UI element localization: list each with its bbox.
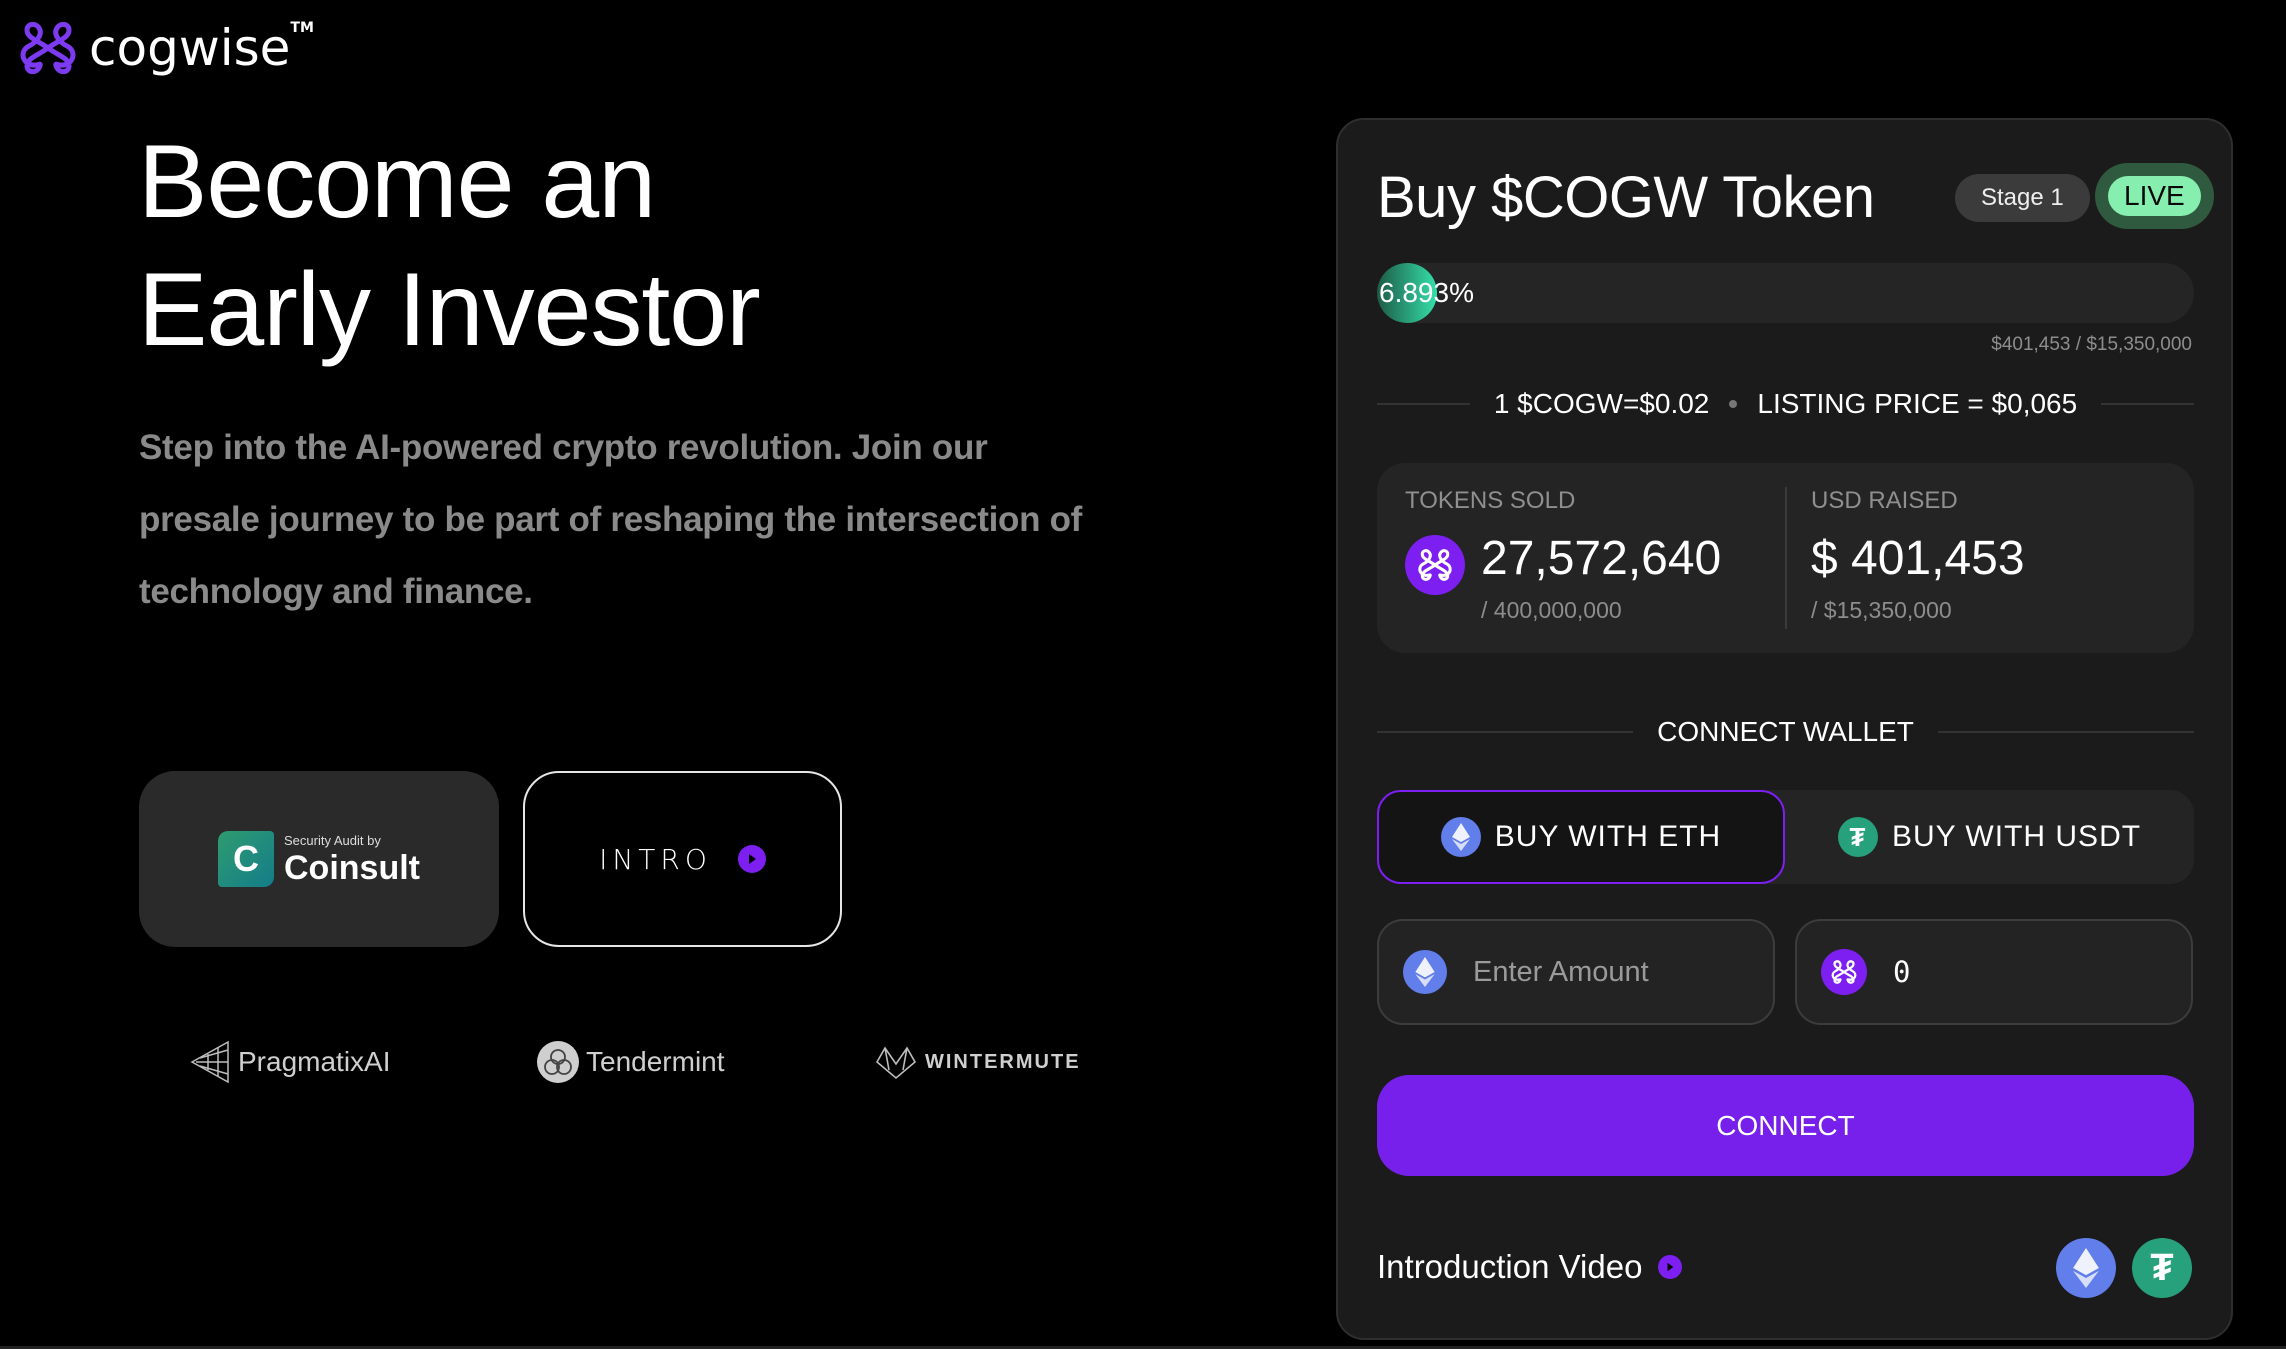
intro-video-label: Introduction Video bbox=[1377, 1248, 1643, 1285]
tab-buy-with-usdt[interactable]: ₮ BUY WITH USDT bbox=[1785, 790, 2194, 884]
partner-name: Tendermint bbox=[586, 1046, 725, 1077]
wintermute-logo-icon bbox=[875, 1046, 917, 1080]
audit-caption: Security Audit by bbox=[284, 832, 381, 848]
cogw-token-icon bbox=[1821, 949, 1867, 995]
presale-panel: Buy $COGW Token Stage 1 LIVE 6.893% $401… bbox=[1336, 118, 2233, 1340]
hero-title: Become an Early Investor bbox=[138, 118, 761, 374]
cogw-receive-field[interactable] bbox=[1795, 919, 2193, 1025]
current-price: 1 $COGW=$0.02 bbox=[1493, 388, 1710, 419]
connect-button[interactable]: CONNECT bbox=[1377, 1075, 2194, 1176]
partner-pragmatixai: PragmatixAI bbox=[190, 1040, 391, 1084]
usd-raised-value: $ 401,453 bbox=[1811, 532, 2025, 585]
ethereum-icon bbox=[2056, 1238, 2116, 1298]
stat-tokens-sold: TOKENS SOLD 27,572,640 / 400,000,000 bbox=[1377, 463, 1785, 653]
intro-button-label: INTRO bbox=[599, 842, 712, 876]
partner-name: PragmatixAI bbox=[238, 1046, 391, 1077]
brand-logo[interactable]: cogwiseTM bbox=[17, 20, 314, 76]
stat-usd-raised: USD RAISED $ 401,453 / $15,350,000 bbox=[1787, 463, 2194, 653]
trademark: TM bbox=[290, 20, 314, 36]
brand-name-text: cogwise bbox=[89, 19, 291, 77]
tokens-total: / 400,000,000 bbox=[1481, 597, 1622, 623]
audit-name: Coinsult bbox=[284, 848, 420, 887]
usd-target: / $15,350,000 bbox=[1811, 597, 1952, 623]
partner-name: WINTERMUTE bbox=[925, 1050, 1081, 1073]
price-info: 1 $COGW=$0.02 LISTING PRICE = $0,065 bbox=[1377, 388, 2194, 420]
eth-amount-field[interactable] bbox=[1377, 919, 1775, 1025]
receive-amount-input[interactable] bbox=[1891, 954, 2175, 990]
introduction-video-link[interactable]: Introduction Video bbox=[1377, 1248, 1683, 1286]
panel-title: Buy $COGW Token bbox=[1377, 165, 1875, 230]
divider bbox=[1937, 731, 2195, 733]
raised-summary: $401,453 / $15,350,000 bbox=[1991, 334, 2192, 355]
divider bbox=[1377, 403, 1470, 405]
stage-badge: Stage 1 bbox=[1955, 174, 2090, 222]
presale-progress-bar: 6.893% bbox=[1377, 263, 2194, 323]
tendermint-logo-icon bbox=[537, 1041, 579, 1083]
tab-label: BUY WITH ETH bbox=[1494, 820, 1722, 853]
hero-title-line1: Become an bbox=[138, 124, 656, 240]
amount-input[interactable] bbox=[1471, 954, 1755, 990]
partner-tendermint: Tendermint bbox=[536, 1040, 725, 1084]
live-badge-wrap: LIVE bbox=[2095, 163, 2214, 229]
stat-label: TOKENS SOLD bbox=[1405, 487, 1576, 514]
divider bbox=[2101, 403, 2194, 405]
payment-tabs: BUY WITH ETH ₮ BUY WITH USDT bbox=[1377, 790, 2194, 884]
progress-percent: 6.893% bbox=[1379, 277, 1474, 308]
tether-icon: ₮ bbox=[2132, 1238, 2192, 1298]
cogwise-logo-icon bbox=[20, 21, 76, 75]
hero-description: Step into the AI-powered crypto revoluti… bbox=[139, 428, 1083, 611]
listing-price: LISTING PRICE = $0,065 bbox=[1757, 388, 2078, 419]
play-icon bbox=[1658, 1255, 1683, 1279]
tab-buy-with-eth[interactable]: BUY WITH ETH bbox=[1377, 790, 1785, 884]
cogw-token-icon bbox=[1405, 535, 1465, 595]
tab-label: BUY WITH USDT bbox=[1891, 820, 2142, 853]
coinsult-logo-icon: C bbox=[218, 831, 274, 887]
tether-icon: ₮ bbox=[1837, 817, 1878, 857]
divider bbox=[1377, 731, 1634, 733]
hero-title-line2: Early Investor bbox=[138, 252, 761, 368]
play-icon bbox=[737, 845, 766, 873]
security-audit-badge[interactable]: C Security Audit by Coinsult bbox=[139, 771, 499, 947]
brand-name: cogwiseTM bbox=[89, 20, 314, 73]
pragmatixai-logo-icon bbox=[190, 1040, 229, 1084]
supported-coins: ₮ bbox=[2056, 1238, 2192, 1298]
separator-dot bbox=[1729, 400, 1738, 408]
connect-wallet-heading: CONNECT WALLET bbox=[1377, 716, 2195, 748]
stats-box: TOKENS SOLD 27,572,640 / 400,000,000 USD… bbox=[1377, 463, 2194, 653]
stat-label: USD RAISED bbox=[1811, 487, 1958, 514]
intro-button[interactable]: INTRO bbox=[523, 771, 842, 947]
tokens-sold-value: 27,572,640 bbox=[1481, 532, 1722, 585]
partner-wintermute: WINTERMUTE bbox=[875, 1040, 1081, 1084]
ethereum-icon bbox=[1403, 950, 1447, 994]
live-badge: LIVE bbox=[2108, 176, 2201, 216]
ethereum-icon bbox=[1440, 817, 1481, 857]
connect-wallet-label: CONNECT WALLET bbox=[1657, 716, 1914, 747]
